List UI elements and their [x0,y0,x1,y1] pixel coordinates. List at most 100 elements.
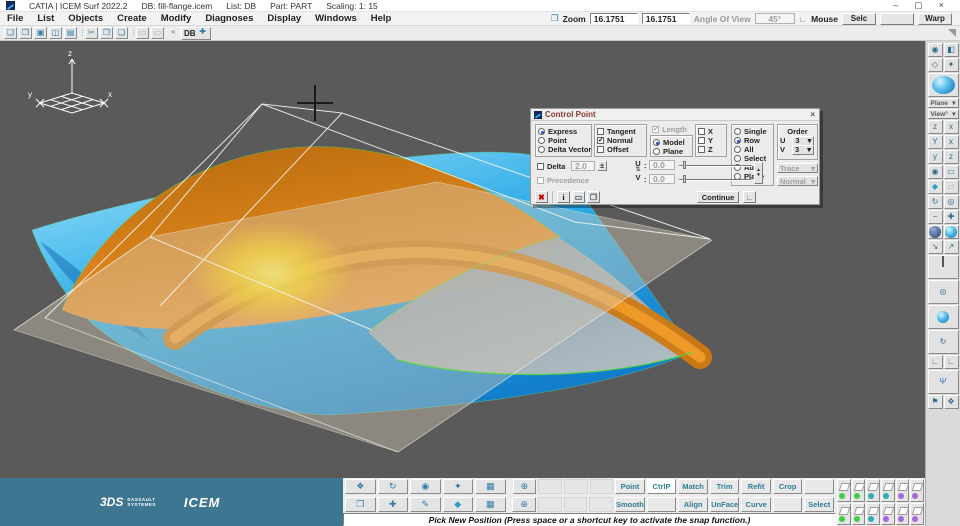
light-button[interactable]: ✦ [442,479,474,494]
screen-button[interactable]: ▭ [572,191,585,203]
toolbar-collapse-button[interactable] [948,29,956,37]
point-button[interactable]: Point [615,479,645,494]
sketch-button[interactable]: ✎ [410,497,441,512]
select-button[interactable]: Select [804,497,834,512]
align-button[interactable]: Align [678,497,708,512]
order-v-dropdown[interactable]: 3 ▾ [792,144,815,155]
crop-button[interactable]: Crop [772,479,803,494]
open-file-button[interactable]: ❒ [19,27,32,39]
window-next-button[interactable]: ▭ [151,27,164,39]
menu-create[interactable]: Create [110,13,154,24]
transform-button[interactable]: ❖ [345,479,376,494]
trim-button[interactable]: Trim [709,479,740,494]
surface-flip-a-button[interactable] [837,502,851,525]
render-mode-button[interactable]: ◧ [943,43,959,57]
close-button[interactable]: × [939,0,944,11]
screen-button[interactable]: ▭ [943,165,959,179]
eraser-button[interactable]: ◆ [442,497,473,512]
mouse-selc-button[interactable]: Selc [842,12,876,25]
orbit-camera-button[interactable]: ↻ [377,479,409,494]
surface-green-a-button[interactable] [837,479,851,502]
new-file-button[interactable]: ❏ [4,27,17,39]
check-x[interactable]: X [698,127,724,136]
dialog-close-icon[interactable]: × [810,110,816,119]
check-length[interactable]: ✓ Length [652,125,687,134]
surface-green-b-button[interactable] [851,479,866,502]
view-z-iso-button[interactable]: z [943,150,959,164]
eraser-button[interactable]: ◆ [927,180,943,194]
continue-button[interactable]: Continue [697,191,739,203]
save-file-button[interactable]: ▣ [34,27,47,39]
check-tangent[interactable]: Tangent [597,127,644,136]
orbit-button[interactable]: ↻ [927,195,943,209]
blank-button[interactable] [804,479,834,494]
view-z-button[interactable]: z [927,120,943,134]
blank-button[interactable] [646,497,677,512]
v-value-field[interactable]: 0.0 [649,174,675,184]
u-slider[interactable] [679,161,751,169]
check-y[interactable]: Y [698,136,724,145]
curve-edit-a-button[interactable] [866,502,880,525]
info-button[interactable]: i [557,191,570,203]
light-bulb-button[interactable]: ✦ [943,58,959,72]
scan-dots-b-button[interactable] [910,502,924,525]
radio-express[interactable]: Express [538,127,589,136]
zoom-out-button[interactable]: − [927,210,943,224]
refit-button[interactable]: Refit [741,479,771,494]
curve-edit-b-button[interactable] [881,502,895,525]
visibility-button[interactable]: ◉ [410,479,441,494]
radio-single[interactable]: Single [734,127,771,136]
smooth-button[interactable]: Smooth [614,497,645,512]
hide-eye-button[interactable]: ◉ [927,165,943,179]
menu-windows[interactable]: Windows [308,13,364,24]
flag-button[interactable]: ⚑ [927,395,943,409]
save-image-button[interactable]: ◫ [49,27,62,39]
corner-snap-button[interactable]: ∟ [743,191,756,203]
minimize-button[interactable]: – [893,0,898,11]
eye-options-button[interactable]: ◉ [927,43,943,57]
normal-dropdown[interactable]: Normal ▾ [777,176,818,186]
folder-button[interactable]: ❒ [345,497,376,512]
menu-display[interactable]: Display [260,13,308,24]
add-db-icon[interactable]: ✚ [198,27,208,39]
copy-button[interactable]: ❐ [100,27,113,39]
match-button[interactable]: Match [678,479,708,494]
trace-dropdown[interactable]: Trace ▾ [777,163,818,173]
check-delta[interactable]: Delta [537,162,565,171]
scan-points-a-button[interactable] [895,479,910,502]
fit-view-button[interactable] [927,255,959,279]
blank-button[interactable] [772,497,803,512]
fork-tool-button[interactable]: Ψ [927,370,959,394]
surface-flip-b-button[interactable] [851,502,866,525]
clear-button[interactable]: ▱ [943,180,959,194]
check-offset[interactable]: Offset [597,145,644,154]
window-prev-button[interactable]: ▭ [136,27,149,39]
view-x-button[interactable]: x [943,120,959,134]
3d-viewport[interactable]: z x y [0,41,925,478]
resize-b-button[interactable]: ↗ [943,240,959,254]
view-x-side-button[interactable]: x [943,135,959,149]
db-selector[interactable]: DB ✚ [181,26,211,40]
zoom-in-button[interactable]: ✚ [943,210,959,224]
delta-value-field[interactable]: 2.0 [571,161,595,171]
find-wide-button[interactable]: ◎ [927,280,959,304]
mouse-warp-button[interactable]: Warp [918,12,952,25]
print-button[interactable]: ▤ [64,27,77,39]
v-slider[interactable] [679,175,751,183]
curve-button[interactable]: Curve [741,497,771,512]
axis-a-button[interactable]: ∟ [927,355,943,369]
menu-file[interactable]: File [0,13,30,24]
maximize-button[interactable]: ▢ [914,0,923,11]
globe-flash-button[interactable]: ⊕ [512,497,537,512]
curve-match-a-button[interactable] [866,479,880,502]
windows-grid-button[interactable]: ▦ [475,497,506,512]
menu-diagnoses[interactable]: Diagnoses [198,13,260,24]
check-normal[interactable]: ✓ Normal [597,136,644,145]
view-y-front-button[interactable]: Y [927,135,943,149]
globe-button[interactable]: ⊕ [512,479,537,494]
ctrlp-button[interactable]: CtrlP [646,479,677,494]
angle-corner-icon[interactable]: ∟ [799,14,807,24]
radio-row[interactable]: Row [734,136,771,145]
menu-modify[interactable]: Modify [154,13,199,24]
radio-all[interactable]: All [734,145,771,154]
